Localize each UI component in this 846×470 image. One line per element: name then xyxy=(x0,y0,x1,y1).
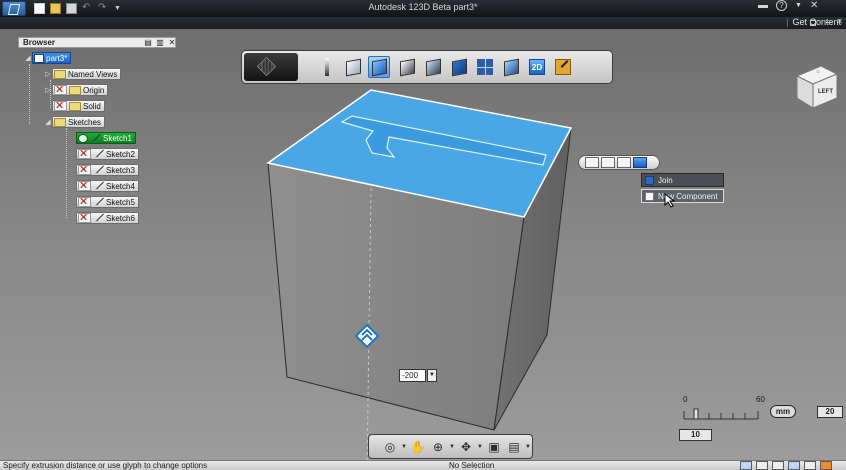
menu-item-join[interactable]: Join xyxy=(641,173,724,187)
tree-node-named-views[interactable]: ▷ Named Views xyxy=(44,68,122,80)
tree-node-root[interactable]: ◢ part3* xyxy=(24,52,72,64)
sketch-icon xyxy=(93,149,104,159)
tree-node-sketch5[interactable]: Sketch5 xyxy=(76,195,139,209)
sketch-icon xyxy=(90,133,101,143)
browser-pin-icon[interactable]: ▥ xyxy=(156,38,164,47)
hidden-icon[interactable] xyxy=(78,163,91,177)
visual-style-dropdown-icon[interactable]: ▼ xyxy=(525,438,531,455)
browser-close-icon[interactable]: ✕ xyxy=(168,38,176,47)
operation-mini-toolbar xyxy=(578,155,660,170)
pencil-icon[interactable] xyxy=(316,56,338,78)
navigation-bar: ◎ ▼ ✋ ⊕ ▼ ✥ ▼ ▣ ▤ ▼ xyxy=(368,434,533,459)
tree-node-sketch4[interactable]: Sketch4 xyxy=(76,179,139,193)
extrude-option-icon[interactable] xyxy=(585,157,599,168)
tree-node-sketches[interactable]: ◢ Sketches xyxy=(44,116,105,128)
zoom-icon[interactable]: ⊕ xyxy=(429,438,447,455)
grouping-icon[interactable] xyxy=(500,56,522,78)
look-at-icon[interactable]: ✥ xyxy=(457,438,475,455)
operation-type-icon[interactable] xyxy=(633,157,647,168)
select-mode-icon[interactable] xyxy=(740,461,752,470)
sketch-icon xyxy=(93,165,104,175)
look-dropdown-icon[interactable]: ▼ xyxy=(477,438,483,455)
hidden-icon[interactable] xyxy=(78,179,91,193)
visible-eye-icon[interactable] xyxy=(78,133,88,143)
viewcube-face-label[interactable]: LEFT xyxy=(818,89,833,95)
collapse-icon[interactable]: ◢ xyxy=(24,54,32,62)
sketch-extrude-icon[interactable] xyxy=(368,56,390,78)
sketch-tool-icon[interactable] xyxy=(552,56,574,78)
ruler-slider-handle[interactable] xyxy=(693,408,699,420)
construct-icon[interactable] xyxy=(396,56,418,78)
folder-icon xyxy=(54,69,66,79)
pattern-icon[interactable] xyxy=(474,56,496,78)
extrude-distance-input[interactable]: -200 xyxy=(399,369,426,382)
grid-value-box[interactable]: 10 xyxy=(679,429,712,441)
main-toolbar: 2D xyxy=(241,50,613,84)
menu-item-new-component[interactable]: New Component xyxy=(641,189,724,203)
zoom-dropdown-icon[interactable]: ▼ xyxy=(449,438,455,455)
tree-node-sketch6[interactable]: Sketch6 xyxy=(76,211,139,225)
distance-dropdown-icon[interactable]: ▼ xyxy=(427,369,437,382)
status-bar: Specify extrusion distance or use glyph … xyxy=(0,460,846,470)
combine-icon[interactable] xyxy=(448,56,470,78)
viewcube[interactable]: ⌂ LEFT xyxy=(793,62,841,110)
ruler-max-label: 60 xyxy=(756,395,765,404)
mouse-cursor-icon xyxy=(664,193,676,208)
units-button[interactable]: mm xyxy=(770,405,796,418)
toolbar-logo-panel xyxy=(244,53,298,81)
collapse-icon[interactable]: ◢ xyxy=(44,118,52,126)
expand-icon[interactable]: ▷ xyxy=(44,70,52,78)
orbit-icon[interactable]: ◎ xyxy=(381,438,399,455)
primitives-icon[interactable] xyxy=(342,56,364,78)
folder-icon xyxy=(69,85,81,95)
tree-node-sketch1[interactable]: Sketch1 xyxy=(76,132,136,144)
tree-node-origin[interactable]: ▷ Origin xyxy=(44,83,109,97)
status-prompt: Specify extrusion distance or use glyph … xyxy=(3,461,208,470)
component-icon xyxy=(34,53,44,63)
tree-line xyxy=(29,64,30,124)
join-icon xyxy=(645,175,654,185)
selection-status: No Selection xyxy=(449,461,495,470)
folder-icon xyxy=(69,101,81,111)
revolve-option-icon[interactable] xyxy=(617,157,631,168)
box-primitive-icon[interactable] xyxy=(256,56,277,77)
sketch-2d-icon[interactable]: 2D xyxy=(526,56,548,78)
browser-options-icon[interactable]: ▤ xyxy=(144,38,152,47)
home-icon[interactable] xyxy=(820,461,832,470)
tree-node-sketch3[interactable]: Sketch3 xyxy=(76,163,139,177)
orbit-dropdown-icon[interactable]: ▼ xyxy=(401,438,407,455)
visual-style-icon[interactable]: ▤ xyxy=(505,438,523,455)
scale-value-box[interactable]: 20 xyxy=(817,406,843,418)
hidden-icon[interactable] xyxy=(78,195,91,209)
view-mode-icon[interactable]: ▣ xyxy=(485,438,503,455)
folder-icon xyxy=(54,117,66,127)
sketch-icon xyxy=(93,197,104,207)
sketch-icon xyxy=(93,181,104,191)
grid-toggle-icon[interactable] xyxy=(772,461,784,470)
settings-icon[interactable] xyxy=(804,461,816,470)
expand-icon[interactable]: ▷ xyxy=(44,86,52,94)
hidden-icon[interactable] xyxy=(78,211,91,225)
display-mode-icon[interactable] xyxy=(788,461,800,470)
sweep-option-icon[interactable] xyxy=(601,157,615,168)
modify-icon[interactable] xyxy=(422,56,444,78)
hidden-icon[interactable] xyxy=(54,99,67,113)
hidden-icon[interactable] xyxy=(54,83,67,97)
pan-icon[interactable]: ✋ xyxy=(409,438,427,455)
tree-node-sketch2[interactable]: Sketch2 xyxy=(76,147,139,161)
sketch-icon xyxy=(93,213,104,223)
snap-icon[interactable] xyxy=(756,461,768,470)
new-component-icon xyxy=(645,191,654,201)
tree-line xyxy=(66,128,67,218)
tree-node-solid[interactable]: Solid xyxy=(52,99,105,113)
ruler-min-label: 0 xyxy=(683,395,688,404)
browser-panel-header: Browser ▤ ▥ ✕ xyxy=(18,37,176,48)
hidden-icon[interactable] xyxy=(78,147,91,161)
